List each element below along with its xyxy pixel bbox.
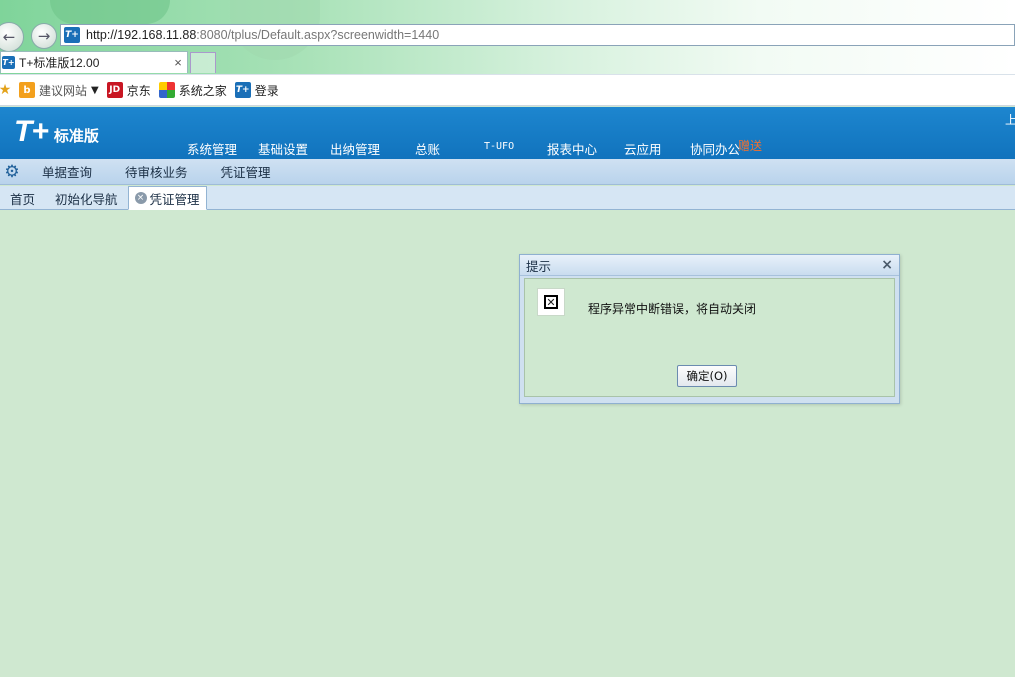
favorite-login[interactable]: T+ 登录 [234, 82, 279, 99]
dropdown-triangle-icon[interactable]: ▼ [91, 85, 99, 96]
tab-home[interactable]: 首页 [0, 187, 45, 209]
sub-menu-pending-review[interactable]: 待审核业务 [125, 162, 188, 181]
browser-tab-active[interactable]: T+ T+标准版12.00 × [0, 51, 188, 73]
url-path: :8080/tplus/Default.aspx?screenwidth=144… [196, 28, 440, 42]
browser-chrome: ← → T+ http://192.168.11.88:8080/tplus/D… [0, 0, 1015, 106]
error-x-icon: ✕ [537, 288, 565, 316]
bing-icon: b [19, 82, 35, 98]
browser-tab-title: T+标准版12.00 [19, 56, 100, 70]
dialog-body: ✕ 程序异常中断错误，将自动关闭 确定(O) [524, 278, 895, 397]
dialog-message: 程序异常中断错误，将自动关闭 [588, 302, 757, 316]
menu-collaborative-office[interactable]: 协同办公 [690, 139, 740, 158]
menu-system-management[interactable]: 系统管理 [187, 139, 237, 158]
tab-favicon-icon: T+ [2, 56, 15, 69]
arrow-right-icon: → [37, 27, 51, 45]
favorite-label: 系统之家 [178, 83, 227, 98]
favorites-bar: ★ b 建议网站 ▼ JD 京东 系统之家 T+ 登录 [0, 74, 1015, 106]
favorite-suggested-sites[interactable]: b 建议网站 ▼ [19, 82, 99, 99]
arrow-left-icon: ← [2, 28, 16, 46]
menu-report-center[interactable]: 报表中心 [547, 139, 597, 158]
close-icon[interactable]: × [881, 257, 893, 273]
tab-label: 初始化导航 [55, 191, 118, 207]
address-bar[interactable]: T+ http://192.168.11.88:8080/tplus/Defau… [60, 24, 1015, 46]
menu-basic-settings[interactable]: 基础设置 [258, 139, 308, 158]
menu-cloud-apps[interactable]: 云应用 [624, 139, 662, 158]
ok-button[interactable]: 确定(O) [677, 365, 737, 387]
tab-init-navigation[interactable]: 初始化导航 [45, 187, 128, 209]
new-tab-button[interactable] [190, 52, 216, 73]
page-tabs: 首页 初始化导航 × 凭证管理 [0, 186, 1015, 210]
url-host: http://192.168.11.88 [86, 28, 197, 42]
favorite-jd[interactable]: JD 京东 [106, 82, 151, 99]
favorite-label: 建议网站 [39, 83, 88, 98]
chrome-decoration [50, 0, 170, 24]
dialog-titlebar[interactable]: 提示 × [520, 255, 899, 276]
close-tab-icon[interactable]: × [169, 55, 187, 70]
favorites-star-icon[interactable]: ★ [0, 82, 13, 98]
menu-cashier-management[interactable]: 出纳管理 [330, 139, 380, 158]
sub-menu-document-query[interactable]: 单据查询 [42, 162, 92, 181]
jd-icon: JD [106, 82, 123, 98]
alert-dialog: 提示 × ✕ 程序异常中断错误，将自动关闭 确定(O) [519, 254, 900, 404]
close-icon[interactable]: × [134, 192, 147, 204]
favorite-label: 登录 [254, 83, 279, 98]
app-header: T+ 标准版 上 系统管理 基础设置 出纳管理 总账 T-UFO 报表中心 云应… [0, 107, 1015, 159]
sub-toolbar: ⚙ 单据查询 待审核业务 凭证管理 [0, 159, 1015, 185]
main-menu: 系统管理 基础设置 出纳管理 总账 T-UFO 报表中心 云应用 协同办公 [0, 139, 1015, 157]
tab-label: 凭证管理 [149, 191, 200, 207]
forward-button[interactable]: → [31, 23, 57, 49]
dialog-title: 提示 [526, 258, 552, 274]
sub-menu-voucher-management[interactable]: 凭证管理 [221, 162, 271, 181]
favorite-label: 京东 [126, 83, 151, 98]
menu-general-ledger[interactable]: 总账 [415, 139, 440, 158]
gear-icon[interactable]: ⚙ [2, 162, 22, 182]
tab-voucher-management[interactable]: × 凭证管理 [127, 186, 207, 210]
site-favicon-icon: T+ [64, 27, 80, 43]
back-button[interactable]: ← [0, 22, 24, 52]
favorite-xitongzhijia[interactable]: 系统之家 [158, 82, 227, 99]
gift-badge: 赠送 [738, 139, 763, 153]
header-right-text[interactable]: 上 [1005, 111, 1015, 128]
xitongzhijia-icon [158, 82, 175, 98]
tplus-icon: T+ [234, 82, 251, 98]
menu-t-ufo[interactable]: T-UFO [484, 141, 514, 152]
tab-label: 首页 [10, 191, 36, 207]
